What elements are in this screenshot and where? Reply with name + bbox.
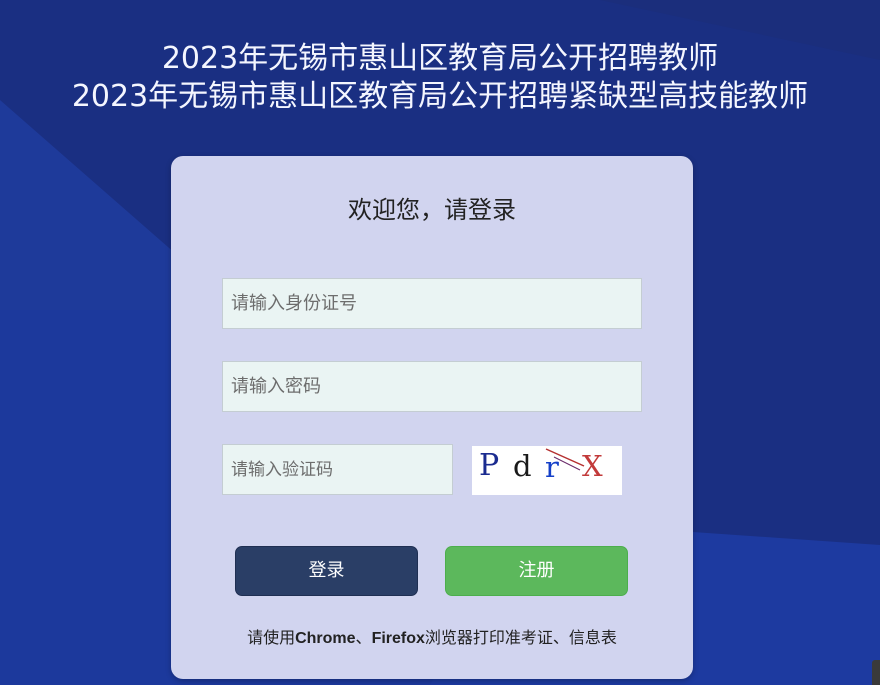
page-header: 2023年无锡市惠山区教育局公开招聘教师 2023年无锡市惠山区教育局公开招聘紧… <box>0 40 880 116</box>
captcha-char-2: d <box>513 449 532 483</box>
captcha-char-1: P <box>479 448 499 483</box>
login-button[interactable]: 登录 <box>235 546 418 596</box>
notice-prefix: 请使用 <box>247 630 296 647</box>
notice-browser-chrome: Chrome <box>295 630 356 647</box>
register-button[interactable]: 注册 <box>445 546 628 596</box>
browser-notice: 请使用Chrome、Firefox浏览器打印准考证、信息表 <box>171 624 693 648</box>
captcha-char-3: r <box>545 450 559 484</box>
notice-browser-firefox: Firefox <box>371 630 425 647</box>
id-number-field[interactable] <box>222 278 642 329</box>
title-line-1: 2023年无锡市惠山区教育局公开招聘教师 <box>161 41 719 76</box>
captcha-image[interactable]: P d r X <box>472 446 622 495</box>
notice-separator: 、 <box>355 630 372 647</box>
corner-widget[interactable] <box>872 660 880 685</box>
notice-suffix: 浏览器打印准考证、信息表 <box>424 630 617 647</box>
welcome-heading: 欢迎您，请登录 <box>348 196 516 224</box>
login-card: 欢迎您，请登录 P d r X 登录 注册 请使用Chrome、Firefox浏… <box>171 156 693 679</box>
captcha-char-4: X <box>582 449 603 483</box>
title-line-2: 2023年无锡市惠山区教育局公开招聘紧缺型高技能教师 <box>71 79 809 114</box>
password-field[interactable] <box>222 361 642 412</box>
captcha-field[interactable] <box>222 444 453 495</box>
